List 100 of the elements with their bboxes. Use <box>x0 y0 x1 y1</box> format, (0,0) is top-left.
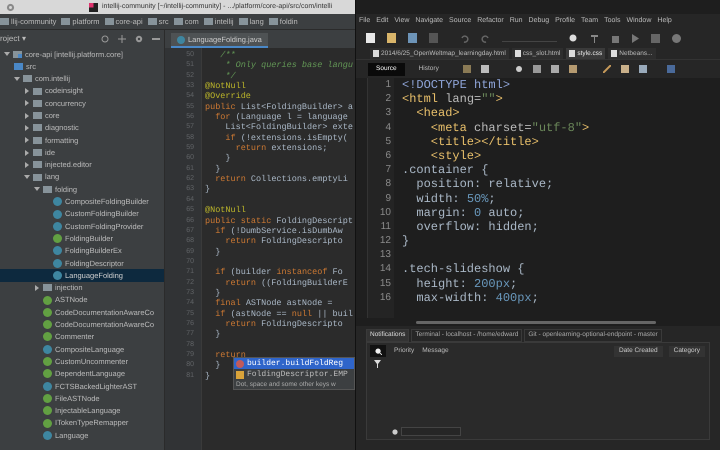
redo-icon[interactable] <box>481 34 490 42</box>
code-token: } <box>224 153 231 164</box>
code-token: || buil <box>317 308 353 319</box>
collapse-arrow-icon[interactable] <box>14 76 20 82</box>
completion-item[interactable]: FoldingDescriptor.EMP <box>234 369 354 380</box>
line-number: 9 <box>385 192 391 206</box>
collapse-arrow-icon[interactable] <box>4 51 10 58</box>
code-token: <html <box>402 92 440 106</box>
completion-item[interactable]: builder.buildFoldReg <box>234 358 354 369</box>
field-icon <box>236 370 244 378</box>
file-icon <box>611 50 618 57</box>
code-token: @NotNull <box>205 205 246 216</box>
folder-icon <box>0 18 9 25</box>
code-token: auto; <box>487 206 524 220</box>
code-token: if <box>214 308 226 319</box>
class-icon <box>43 430 52 440</box>
code-token: 400px <box>496 290 532 305</box>
code-token: final <box>214 298 242 309</box>
code-token: } <box>214 288 220 298</box>
line-number: 13 <box>380 248 391 262</box>
code-token: height: <box>415 276 468 291</box>
search-field[interactable] <box>401 427 461 436</box>
folder-icon <box>104 18 114 25</box>
code-token: return <box>214 174 247 184</box>
folder-icon <box>61 18 70 25</box>
code-token: position: relative; <box>415 177 554 192</box>
undo-icon[interactable] <box>460 34 469 42</box>
expand-arrow-icon[interactable] <box>24 88 30 94</box>
code-token: 0 <box>474 206 482 220</box>
code-token: (!DumbService.isDumbAw <box>230 226 343 236</box>
code-token: <style> <box>430 148 482 164</box>
shift-left-icon[interactable] <box>602 65 611 73</box>
file-icon <box>569 50 576 57</box>
search-icon[interactable] <box>569 34 578 42</box>
line-number: 11 <box>380 220 391 234</box>
expand-arrow-icon[interactable] <box>34 284 40 291</box>
code-token: .container { <box>402 163 488 178</box>
search-button[interactable] <box>370 345 386 357</box>
code-token: return <box>224 278 258 288</box>
code-token: <meta <box>430 120 468 135</box>
collapse-arrow-icon[interactable] <box>24 174 30 180</box>
file-icon <box>514 50 521 57</box>
line-number: 8 <box>385 177 391 192</box>
code-token: <head> <box>415 106 460 121</box>
code-token: ; <box>488 192 496 206</box>
code-token: */ <box>224 70 236 82</box>
line-number: 2 <box>385 92 391 106</box>
code-token: FoldingDescript <box>276 216 353 226</box>
class-icon <box>43 382 52 391</box>
code-token: return <box>224 318 258 330</box>
target-icon[interactable] <box>101 35 109 43</box>
settings-icon[interactable] <box>135 35 143 43</box>
line-number: 12 <box>380 234 391 248</box>
code-token: return <box>234 143 268 154</box>
folder-icon <box>268 18 278 25</box>
search-icon <box>374 348 382 354</box>
line-number: 4 <box>385 120 391 135</box>
code-token: null <box>292 308 314 319</box>
folder-icon <box>148 18 157 25</box>
code-token: if <box>214 226 226 236</box>
line-number: 10 <box>380 206 391 220</box>
expand-arrow-icon[interactable] <box>24 100 30 106</box>
code-token: List<FoldingBuilder> exte <box>224 122 353 133</box>
search-icon[interactable] <box>514 65 523 73</box>
expand-arrow-icon[interactable] <box>24 112 30 119</box>
code-token: (astNode == <box>230 308 288 319</box>
code-token: } <box>214 360 220 371</box>
code-token: ; <box>532 290 539 305</box>
expand-arrow-icon[interactable] <box>24 150 30 156</box>
code-token: overflow: hidden; <box>415 220 539 234</box>
code-token: 50% <box>466 192 488 206</box>
code-token: public <box>205 102 237 112</box>
line-number: 3 <box>385 106 391 120</box>
code-token: "utf-8" <box>532 120 582 135</box>
code-token: } <box>205 184 210 195</box>
folder-icon <box>238 18 248 25</box>
collapse-arrow-icon[interactable] <box>34 186 40 192</box>
run-icon[interactable] <box>632 34 639 42</box>
split-icon[interactable] <box>118 35 126 43</box>
expand-arrow-icon[interactable] <box>24 124 30 131</box>
expand-arrow-icon[interactable] <box>24 137 30 144</box>
line-number: 6 <box>385 148 391 163</box>
filter-icon[interactable] <box>374 360 381 368</box>
panel-header[interactable]: roject ▾ <box>0 33 26 45</box>
code-token: width: <box>415 192 461 206</box>
code-token: extensions; <box>271 143 328 154</box>
line-number: 7 <box>385 163 391 178</box>
code-token: (builder <box>230 267 272 278</box>
horizontal-scrollbar[interactable] <box>416 320 656 324</box>
code-token: margin: <box>415 206 468 220</box>
code-token: if <box>224 132 236 144</box>
code-token: Collections.emptyLi <box>250 174 348 184</box>
code-token: > <box>496 92 503 106</box>
code-token: * Only queries base langu <box>224 60 353 71</box>
search-icon <box>392 428 398 434</box>
line-number: 16 <box>380 290 391 305</box>
code-token: return <box>214 350 247 360</box>
hammer-icon[interactable] <box>590 34 599 42</box>
code-token: instanceof <box>276 267 328 278</box>
expand-arrow-icon[interactable] <box>24 162 30 168</box>
